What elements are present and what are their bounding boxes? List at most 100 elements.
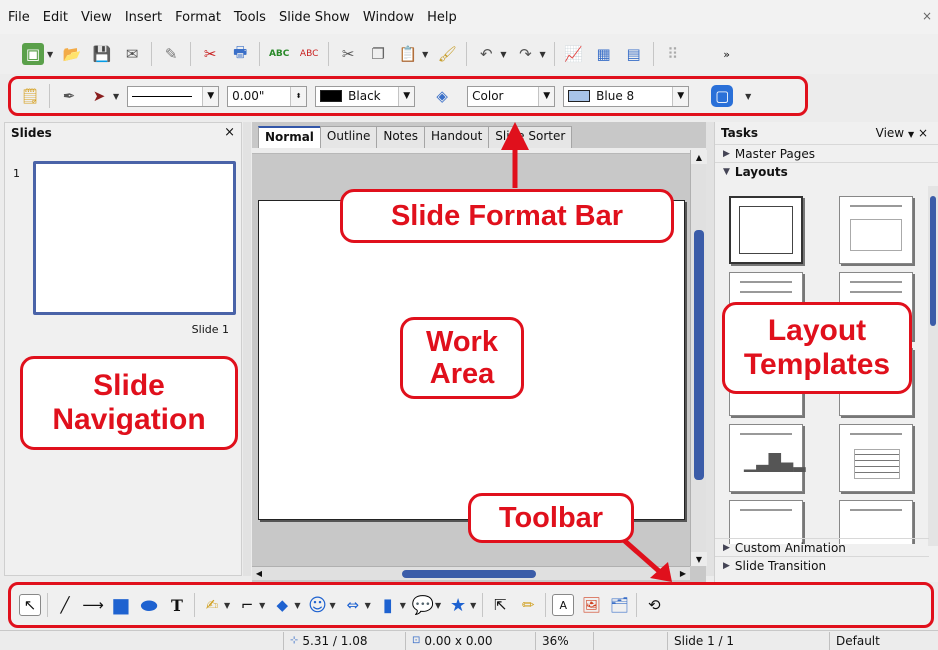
from-file-icon[interactable]: 🖼 (580, 594, 602, 616)
callouts-dropdown-icon[interactable]: ▼ (435, 601, 441, 610)
layout-chart[interactable]: ▁▃█▄▂ (729, 424, 806, 492)
line-width-field[interactable]: 0.00" ⬍ (227, 85, 308, 107)
block-arrows-icon[interactable]: ⇔ (342, 594, 364, 616)
arrow-style-dropdown-icon[interactable]: ▼ (113, 92, 119, 101)
menu-slide-show[interactable]: Slide Show (279, 10, 350, 25)
menu-tools[interactable]: Tools (234, 10, 266, 25)
curve-tool-icon[interactable]: ✍ (201, 594, 223, 616)
print-icon[interactable]: 🖶 (229, 43, 251, 65)
copy-icon[interactable]: ❐ (367, 43, 389, 65)
layout-title-only[interactable] (839, 196, 913, 264)
new-document-icon[interactable]: ▣ (22, 43, 44, 65)
paste-icon[interactable]: 📋 (397, 43, 419, 65)
area-style-select[interactable]: Color ▼ (467, 85, 556, 107)
basic-shapes-dropdown-icon[interactable]: ▼ (294, 601, 300, 610)
clone-formatting-icon[interactable]: 🖌 (436, 43, 458, 65)
line-color-select[interactable]: Black ▼ (315, 85, 416, 107)
menu-edit[interactable]: Edit (43, 10, 68, 25)
menu-file[interactable]: File (8, 10, 30, 25)
curve-dropdown-icon[interactable]: ▼ (224, 601, 230, 610)
tasks-view-menu[interactable]: View ▼ × (876, 126, 928, 140)
stars-icon[interactable]: ★ (447, 594, 469, 616)
undo-dropdown-icon[interactable]: ▼ (500, 50, 506, 59)
styles-formatting-icon[interactable]: 🗒 (19, 85, 41, 107)
menu-window[interactable]: Window (363, 10, 414, 25)
spellcheck-icon[interactable]: ABC (268, 43, 290, 65)
paste-dropdown-icon[interactable]: ▼ (422, 50, 428, 59)
redo-dropdown-icon[interactable]: ▼ (539, 50, 545, 59)
scroll-right-icon[interactable]: ▶ (676, 567, 690, 580)
email-document-icon[interactable]: ✉ (121, 43, 143, 65)
scroll-left-icon[interactable]: ◀ (252, 567, 266, 580)
callouts-icon[interactable]: 💬 (412, 594, 434, 616)
section-layouts[interactable]: ▼ Layouts (715, 162, 938, 180)
shadow-icon[interactable]: ▢ (711, 85, 734, 107)
horizontal-scrollbar[interactable]: ◀ ▶ (252, 566, 690, 580)
scroll-thumb[interactable] (694, 230, 704, 480)
scroll-down-icon[interactable]: ▼ (691, 552, 707, 566)
tab-normal[interactable]: Normal (258, 126, 321, 148)
ellipse-tool-icon[interactable]: ⬬ (138, 593, 160, 617)
menu-view[interactable]: View (81, 10, 112, 25)
scroll-thumb[interactable] (930, 196, 936, 326)
fill-color-select[interactable]: Blue 8 ▼ (563, 85, 690, 107)
menu-insert[interactable]: Insert (125, 10, 162, 25)
connector-dropdown-icon[interactable]: ▼ (259, 601, 265, 610)
save-icon[interactable]: 💾 (91, 43, 113, 65)
stars-dropdown-icon[interactable]: ▼ (470, 601, 476, 610)
scroll-thumb[interactable] (402, 570, 536, 578)
fontwork-icon[interactable]: A (552, 594, 575, 616)
new-dropdown-icon[interactable]: ▼ (47, 50, 53, 59)
right-splitter[interactable] (706, 122, 714, 576)
insert-chart-icon[interactable]: 📈 (563, 43, 585, 65)
close-icon[interactable]: × (224, 125, 235, 140)
area-fill-icon[interactable]: ◈ (431, 85, 453, 107)
flowchart-icon[interactable]: ▮ (377, 594, 399, 616)
basic-shapes-icon[interactable]: ◆ (271, 594, 293, 616)
block-arrows-dropdown-icon[interactable]: ▼ (365, 601, 371, 610)
document-close-icon[interactable]: × (922, 9, 932, 23)
section-master-pages[interactable]: ▶ Master Pages (715, 144, 938, 162)
redo-icon[interactable]: ↷ (514, 43, 536, 65)
tab-handout[interactable]: Handout (424, 126, 490, 148)
line-icon[interactable]: ✒ (58, 85, 80, 107)
toolbar-overflow-icon[interactable]: » (716, 43, 738, 65)
slide-thumbnail[interactable] (33, 161, 236, 315)
section-slide-transition[interactable]: ▶ Slide Transition (715, 556, 929, 574)
show-draw-functions-icon[interactable]: ⠿ (662, 43, 684, 65)
points-icon[interactable]: ⇱ (489, 594, 511, 616)
line-tool-icon[interactable]: ╱ (54, 594, 76, 616)
left-splitter[interactable] (243, 122, 251, 576)
arrow-style-icon[interactable]: ➤ (88, 85, 110, 107)
symbol-shapes-icon[interactable]: ☺ (306, 594, 328, 616)
tab-slide-sorter[interactable]: Slide Sorter (488, 126, 573, 148)
select-pointer-icon[interactable]: ↖ (19, 594, 41, 616)
arrow-line-tool-icon[interactable]: ⟶ (82, 594, 104, 616)
close-icon[interactable]: × (918, 126, 928, 140)
edit-file-icon[interactable]: ✎ (160, 43, 182, 65)
section-custom-animation[interactable]: ▶ Custom Animation (715, 538, 929, 556)
tasks-scrollbar[interactable] (928, 186, 938, 546)
open-folder-icon[interactable]: 📂 (61, 43, 83, 65)
vertical-scrollbar[interactable]: ▲ ▼ (690, 150, 707, 566)
symbol-shapes-dropdown-icon[interactable]: ▼ (329, 601, 335, 610)
flowchart-dropdown-icon[interactable]: ▼ (400, 601, 406, 610)
connector-tool-icon[interactable]: ⌐ (236, 594, 258, 616)
undo-icon[interactable]: ↶ (475, 43, 497, 65)
text-tool-icon[interactable]: T (166, 594, 188, 616)
rectangle-tool-icon[interactable]: ■ (110, 593, 132, 617)
status-zoom[interactable]: 36% (536, 631, 594, 650)
layout-table[interactable] (839, 424, 913, 492)
display-views-icon[interactable]: ▤ (623, 43, 645, 65)
auto-spellcheck-icon[interactable]: ABC (298, 43, 320, 65)
gallery-icon[interactable]: 🗂 (608, 594, 630, 616)
glue-points-icon[interactable]: ✏ (517, 594, 539, 616)
cut-icon[interactable]: ✂ (337, 43, 359, 65)
tab-notes[interactable]: Notes (376, 126, 426, 148)
insert-table-icon[interactable]: ▦ (593, 43, 615, 65)
format-bar-overflow-icon[interactable]: ▼ (745, 92, 751, 101)
extrusion-icon[interactable]: ⟲ (643, 594, 665, 616)
menu-help[interactable]: Help (427, 10, 457, 25)
line-style-select[interactable]: ▼ (127, 85, 220, 107)
tab-outline[interactable]: Outline (319, 126, 378, 148)
